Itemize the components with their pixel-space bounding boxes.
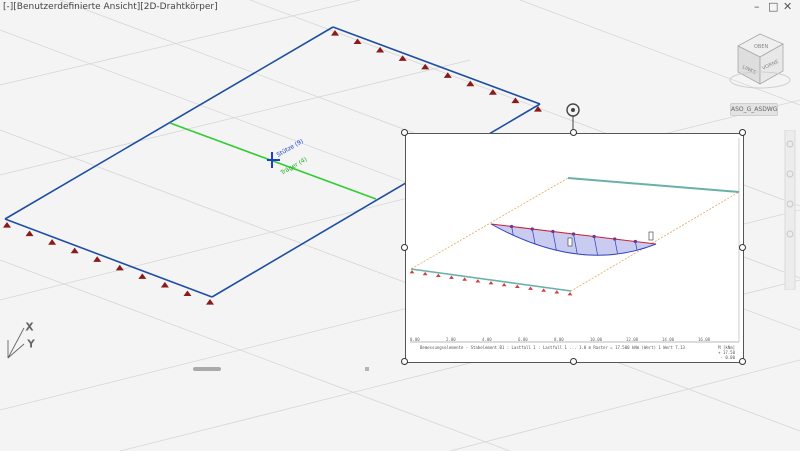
- support-symbol: [422, 271, 428, 276]
- support-symbol: [501, 282, 507, 287]
- grip-bottom-middle[interactable]: [570, 358, 577, 365]
- grip-top-middle[interactable]: [570, 129, 577, 136]
- grip-middle-left[interactable]: [401, 244, 408, 251]
- ruler-tick-label: 6.00: [518, 337, 528, 342]
- vertical-scroll-marker: [365, 367, 369, 371]
- moment-point: [530, 227, 534, 231]
- support-symbol: [183, 290, 192, 297]
- moment-point: [613, 237, 617, 241]
- horizontal-scroll-thumb[interactable]: [193, 367, 221, 371]
- ucs-icon: X Y: [7, 322, 35, 359]
- ruler-tick-label: 12.00: [626, 337, 639, 342]
- support-symbol: [554, 290, 560, 294]
- support-symbol: [70, 247, 79, 254]
- beam-label: Träger (4): [279, 156, 309, 177]
- support-symbol: [541, 288, 547, 292]
- ucs-x-label: X: [26, 322, 33, 333]
- rotate-handle[interactable]: [566, 103, 580, 117]
- named-view-dropdown[interactable]: ASO_G_ASDWG: [730, 103, 778, 116]
- support-symbol: [435, 273, 441, 278]
- ucs-y-label: Y: [27, 339, 35, 350]
- legend-min: - 0.00: [720, 355, 735, 360]
- embedded-top-edge: [567, 177, 740, 193]
- support-symbol: [567, 292, 573, 296]
- support-symbol: [93, 256, 102, 262]
- grip-bottom-right[interactable]: [739, 358, 746, 365]
- embedded-bottom-edge: [410, 268, 572, 292]
- bottom-edge-supports: [3, 222, 214, 305]
- support-symbol: [25, 230, 34, 237]
- close-button[interactable]: ✕: [783, 1, 792, 13]
- ruler-tick-label: 4.00: [482, 337, 492, 342]
- moment-point: [571, 232, 576, 236]
- moment-point: [592, 234, 596, 239]
- ruler-tick-label: 0.00: [410, 337, 420, 342]
- viewcube-top-label: OBEN: [754, 44, 769, 50]
- ruler-tick-label: 10.00: [590, 337, 603, 342]
- minimize-button[interactable]: –: [754, 1, 760, 13]
- moment-point: [509, 224, 514, 229]
- moment-diagram-area: [491, 224, 656, 256]
- navigation-bar[interactable]: [782, 129, 798, 291]
- column-label: Stütze (9): [276, 138, 305, 159]
- moment-point: [633, 239, 638, 244]
- support-symbol: [409, 270, 415, 274]
- support-symbol: [115, 264, 124, 271]
- support-symbol: [514, 284, 520, 289]
- support-symbol: [3, 222, 11, 228]
- embedded-result-view[interactable]: Bemessungselemente - Stabelement B1 : La…: [405, 133, 744, 363]
- embedded-status-line: Bemessungselemente - Stabelement B1 : La…: [420, 345, 685, 350]
- support-symbol: [528, 286, 533, 290]
- support-symbol: [160, 281, 169, 288]
- navbar-glyphs: [784, 129, 796, 291]
- ruler-tick-label: 14.00: [662, 337, 675, 342]
- support-symbol: [48, 239, 57, 245]
- support-symbol: [488, 281, 494, 285]
- ruler-tick-label: 2.00: [446, 337, 456, 342]
- grip-top-left[interactable]: [401, 129, 408, 136]
- ruler-tick-label: 16.00: [698, 337, 711, 342]
- support-symbol: [138, 273, 147, 279]
- grip-bottom-left[interactable]: [401, 358, 408, 365]
- support-symbol: [475, 279, 481, 283]
- ruler-tick-label: 8.00: [554, 337, 564, 342]
- support-symbol: [449, 275, 454, 279]
- grip-middle-right[interactable]: [739, 244, 746, 251]
- viewport-controls-label[interactable]: [-][Benutzerdefinierte Ansicht][2D-Draht…: [3, 2, 218, 12]
- result-marker-left: [567, 237, 573, 247]
- moment-point: [551, 229, 555, 234]
- viewcube[interactable]: OBEN LINKS VORNE: [729, 33, 791, 89]
- embedded-supports: [409, 270, 573, 296]
- maximize-button[interactable]: □: [768, 1, 778, 13]
- support-symbol: [206, 299, 214, 305]
- embedded-legend: M [kNm] + 17.50 - 0.00: [718, 345, 735, 360]
- embedded-plot: [409, 138, 741, 343]
- grip-top-right[interactable]: [739, 129, 746, 136]
- support-symbol: [462, 277, 468, 281]
- result-marker-right: [648, 231, 654, 241]
